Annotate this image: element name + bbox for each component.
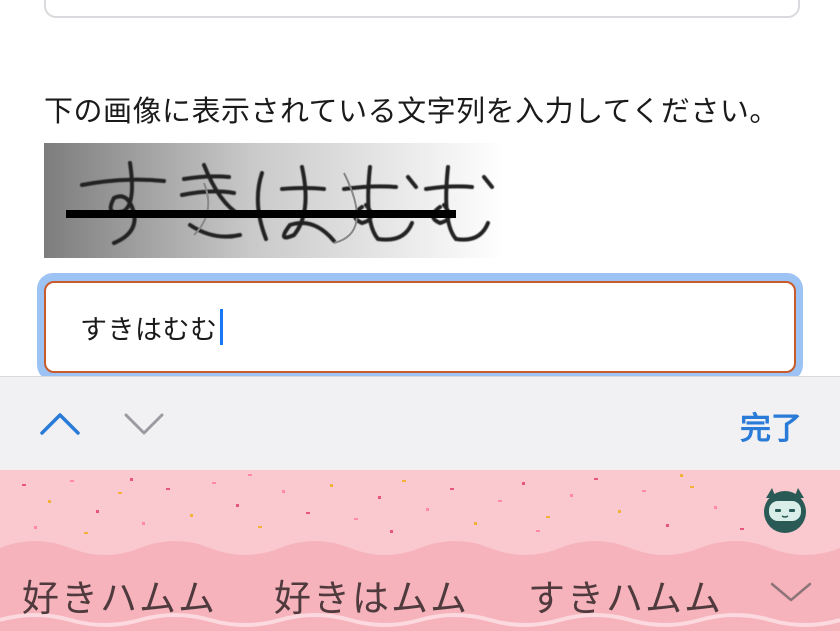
captcha-input-value[interactable]: すきはむむ <box>80 308 218 347</box>
keyboard-area: 好きハムム 好きはムム すきハムム <box>0 470 840 631</box>
candidate-1[interactable]: 好きハムム <box>22 568 217 622</box>
previous-field-button[interactable] <box>38 401 82 445</box>
captcha-instruction: 下の画像に表示されている文字列を入力してください。 <box>44 94 779 128</box>
conversion-candidates-bar: 好きハムム 好きはムム すきハムム <box>0 562 840 622</box>
expand-candidates-button[interactable] <box>768 576 814 606</box>
captcha-input[interactable]: すきはむむ <box>44 281 796 373</box>
keyboard-mascot-icon[interactable] <box>760 486 810 534</box>
previous-field-card <box>44 0 800 18</box>
candidate-2[interactable]: 好きはムム <box>274 568 469 622</box>
chevron-up-icon <box>40 413 80 435</box>
next-field-button[interactable] <box>122 401 166 445</box>
candidate-3[interactable]: すきハムム <box>528 568 723 622</box>
chevron-down-icon <box>124 413 164 435</box>
text-caret <box>219 309 223 345</box>
captcha-image <box>44 143 504 258</box>
done-button[interactable]: 完了 <box>740 403 802 448</box>
keyboard-accessory-bar: 完了 <box>0 376 840 471</box>
chevron-down-icon <box>770 582 812 602</box>
